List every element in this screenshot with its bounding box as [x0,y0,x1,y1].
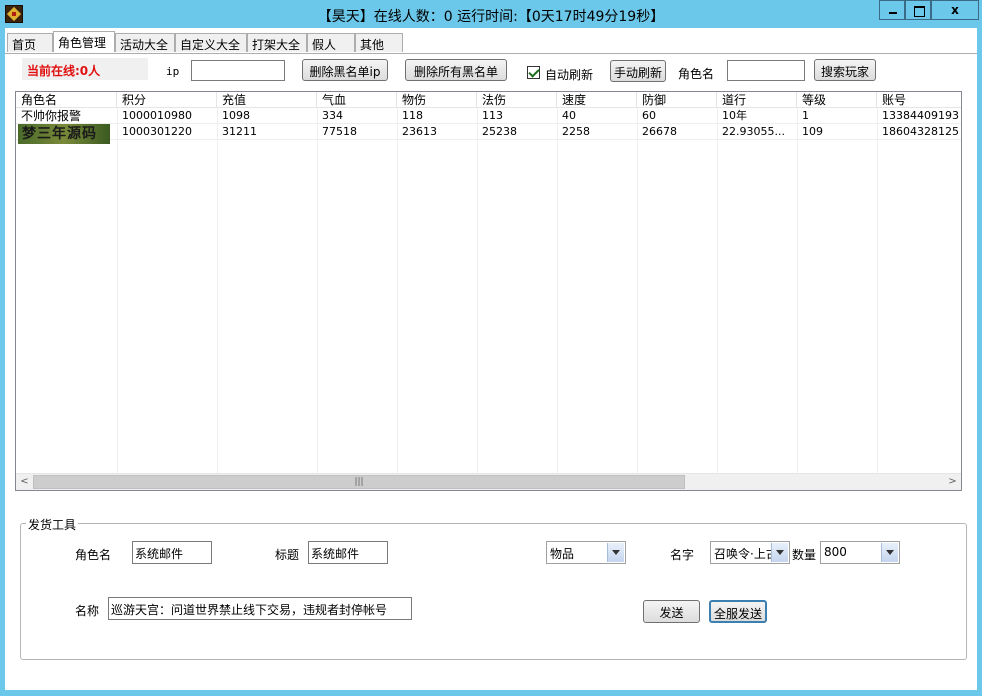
table-row[interactable]: 1000301220 31211 77518 23613 25238 2258 … [16,124,961,140]
cell-role-name: 不帅你报警 [21,109,82,123]
search-player-button[interactable]: 搜索玩家 [814,59,876,81]
chevron-down-icon[interactable] [607,543,624,562]
column-divider [217,108,218,473]
tab-home[interactable]: 首页 [7,33,53,52]
send-all-button[interactable]: 全服发送 [709,600,767,623]
cell-phys-dmg: 118 [402,109,423,122]
cell-magic-dmg: 113 [482,109,503,122]
player-table[interactable]: 角色名 积分 充值 气血 物伤 法伤 速度 防御 道行 等级 账号 不帅你报警 … [15,91,962,491]
tab-other[interactable]: 其他 [355,33,403,52]
cell-points: 1000301220 [122,125,192,138]
cell-defense: 26678 [642,125,677,138]
cell-defense: 60 [642,109,656,122]
recipient-input[interactable]: 系统邮件 [132,541,212,564]
scroll-thumb[interactable]: ||| [33,475,685,489]
close-button[interactable]: x [931,0,979,20]
role-name-label: 角色名 [678,67,715,81]
cell-account: 18604328125 [882,125,959,138]
column-header[interactable]: 角色名 [16,92,117,108]
column-divider [877,108,878,473]
message-input[interactable]: 巡游天宫：问道世界禁止线下交易，违规者封停帐号 [108,597,412,620]
column-divider [317,108,318,473]
item-type-value: 物品 [550,547,575,561]
column-header[interactable]: 充值 [217,92,317,108]
subject-label: 标题 [275,548,300,562]
main-window: 首页 角色管理 活动大全 自定义大全 打架大全 假人 其他 当前在线:0人 ip… [5,28,977,690]
ip-label: ip [166,65,180,78]
table-header: 角色名 积分 充值 气血 物伤 法伤 速度 防御 道行 等级 账号 [16,92,961,108]
column-divider [397,108,398,473]
column-divider [717,108,718,473]
delivery-tool-title: 发货工具 [26,516,79,533]
column-header[interactable]: 账号 [877,92,961,108]
tab-divider [5,53,977,54]
tab-fights[interactable]: 打架大全 [247,33,307,52]
watermark-logo: 梦三年源码 [18,124,110,144]
cell-phys-dmg: 23613 [402,125,437,138]
auto-refresh-checkbox[interactable] [527,66,540,79]
scroll-left-icon[interactable]: < [16,474,33,490]
send-button[interactable]: 发送 [643,600,700,623]
column-divider [797,108,798,473]
item-name-label: 名字 [670,548,695,562]
cell-level: 109 [802,125,823,138]
auto-refresh-label: 自动刷新 [545,68,594,82]
chevron-down-icon[interactable] [771,543,788,562]
item-type-select[interactable]: 物品 [546,541,626,564]
cell-hp: 77518 [322,125,357,138]
online-count: 当前在线:0人 [22,58,148,80]
role-name-search-input[interactable] [727,60,805,81]
maximize-button[interactable] [905,0,931,20]
scroll-right-icon[interactable]: > [944,474,961,490]
delete-blacklist-ip-button[interactable]: 删除黑名单ip [302,59,388,81]
tab-bots[interactable]: 假人 [307,33,355,52]
delete-all-blacklist-button[interactable]: 删除所有黑名单 [405,59,507,81]
column-divider [477,108,478,473]
column-divider [637,108,638,473]
cell-account: 13384409193 [882,109,959,122]
column-header[interactable]: 防御 [637,92,717,108]
manual-refresh-button[interactable]: 手动刷新 [610,60,666,82]
quantity-value: 800 [824,545,847,559]
delivery-tool-group: 发货工具 角色名 系统邮件 标题 系统邮件 物品 名字 召唤令·上古 数量 80… [20,516,967,660]
window-title: 【昊天】在线人数：0 运行时间:【0天17时49分19秒】 [317,9,665,25]
column-divider [117,108,118,473]
ip-input[interactable] [191,60,285,81]
item-name-select[interactable]: 召唤令·上古 [710,541,790,564]
table-row[interactable]: 不帅你报警 1000010980 1098 334 118 113 40 60 … [16,108,961,124]
title-bar: 【昊天】在线人数：0 运行时间:【0天17时49分19秒】 x [0,0,982,28]
horizontal-scrollbar[interactable]: < ||| > [16,473,961,490]
cell-dao: 22.93055... [722,125,785,138]
cell-recharge: 31211 [222,125,257,138]
item-name-value: 召唤令·上古 [714,547,778,561]
cell-points: 1000010980 [122,109,192,122]
quantity-label: 数量 [792,548,817,562]
cell-speed: 40 [562,109,576,122]
quantity-select[interactable]: 800 [820,541,900,564]
column-header[interactable]: 积分 [117,92,217,108]
chevron-down-icon[interactable] [881,543,898,562]
column-header[interactable]: 等级 [797,92,877,108]
subject-input[interactable]: 系统邮件 [308,541,388,564]
tab-custom[interactable]: 自定义大全 [175,33,247,52]
cell-hp: 334 [322,109,343,122]
column-divider [557,108,558,473]
cell-recharge: 1098 [222,109,250,122]
column-header[interactable]: 气血 [317,92,397,108]
tab-role-management[interactable]: 角色管理 [53,31,115,52]
message-label: 名称 [75,604,100,618]
column-header[interactable]: 物伤 [397,92,477,108]
column-header[interactable]: 速度 [557,92,637,108]
tab-activities[interactable]: 活动大全 [115,33,175,52]
column-header[interactable]: 道行 [717,92,797,108]
cell-magic-dmg: 25238 [482,125,517,138]
recipient-label: 角色名 [75,548,112,562]
column-header[interactable]: 法伤 [477,92,557,108]
cell-level: 1 [802,109,809,122]
cell-dao: 10年 [722,109,747,122]
cell-speed: 2258 [562,125,590,138]
tab-strip: 首页 角色管理 活动大全 自定义大全 打架大全 假人 其他 [5,31,977,54]
minimize-button[interactable] [879,0,905,20]
